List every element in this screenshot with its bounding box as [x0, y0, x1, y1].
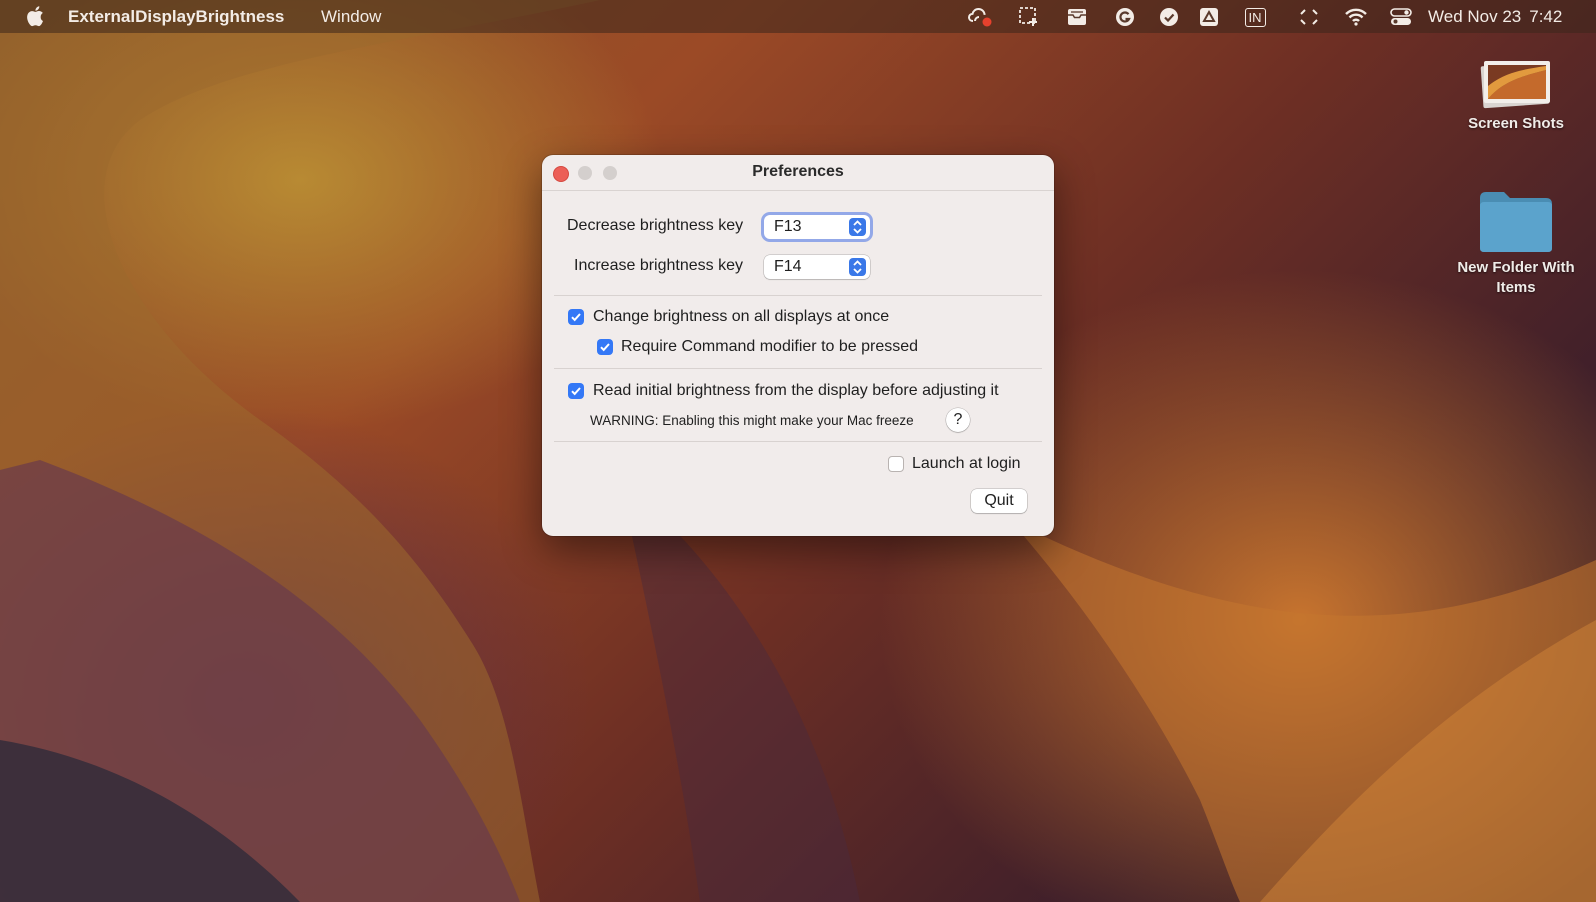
help-button[interactable]: ? — [946, 408, 970, 432]
checkmark-icon — [571, 387, 581, 396]
wifi-icon[interactable] — [1342, 5, 1370, 29]
increase-key-label: Increase brightness key — [574, 257, 743, 274]
section-divider — [554, 295, 1042, 296]
screenshot-tool-icon[interactable] — [1016, 5, 1042, 29]
quit-button[interactable]: Quit — [971, 489, 1027, 513]
screen-shots-label: Screen Shots — [1468, 115, 1564, 132]
launch-at-login-label[interactable]: Launch at login — [912, 455, 1021, 473]
all-displays-checkbox[interactable] — [568, 309, 584, 325]
app-name-menu[interactable]: ExternalDisplayBrightness — [68, 7, 284, 27]
section-divider — [554, 368, 1042, 369]
preferences-window: Preferences Decrease brightness key F13 … — [542, 155, 1054, 536]
menu-bar: ExternalDisplayBrightness Window IN Wed … — [0, 0, 1596, 33]
desktop-item-new-folder[interactable]: New Folder With Items — [1446, 190, 1586, 298]
menu-bar-clock[interactable]: Wed Nov 23 7:42 — [1428, 7, 1570, 27]
increase-key-value: F14 — [774, 258, 802, 275]
window-title: Preferences — [752, 163, 844, 180]
desktop-item-screen-shots[interactable]: Screen Shots — [1456, 56, 1576, 134]
folder-label-line2: Items — [1496, 279, 1536, 296]
apple-menu-icon[interactable] — [26, 5, 44, 27]
folder-label-line1: New Folder With — [1457, 259, 1575, 276]
command-modifier-checkbox[interactable] — [597, 339, 613, 355]
creative-cloud-icon[interactable] — [966, 5, 994, 29]
input-source-indicator[interactable]: IN — [1240, 5, 1270, 29]
grammarly-icon[interactable] — [1112, 5, 1138, 29]
select-stepper-icon — [849, 258, 866, 276]
launch-at-login-checkbox[interactable] — [888, 456, 904, 472]
checkmark-icon — [600, 343, 610, 352]
freeze-warning-text: WARNING: Enabling this might make your M… — [590, 413, 914, 428]
fullscreen-icon[interactable] — [1296, 5, 1322, 29]
checkmark-icon — [571, 313, 581, 322]
read-initial-brightness-label[interactable]: Read initial brightness from the display… — [593, 382, 999, 400]
tasks-check-icon[interactable] — [1156, 5, 1182, 29]
drive-icon[interactable] — [1196, 5, 1222, 29]
input-source-label: IN — [1244, 7, 1266, 27]
command-modifier-label[interactable]: Require Command modifier to be pressed — [621, 338, 918, 356]
inbox-icon[interactable] — [1064, 5, 1090, 29]
folder-icon — [1480, 192, 1552, 252]
select-stepper-icon — [849, 218, 866, 236]
decrease-key-select[interactable]: F13 — [764, 215, 870, 239]
increase-key-select[interactable]: F14 — [764, 255, 870, 279]
window-menu[interactable]: Window — [321, 7, 381, 27]
decrease-key-value: F13 — [774, 218, 802, 235]
decrease-key-label: Decrease brightness key — [567, 217, 744, 234]
read-initial-brightness-checkbox[interactable] — [568, 383, 584, 399]
window-titlebar[interactable]: Preferences — [542, 155, 1054, 191]
control-center-icon[interactable] — [1388, 5, 1414, 29]
photo-stack-icon — [1480, 61, 1550, 109]
clock-time: 7:42 — [1529, 7, 1563, 26]
all-displays-label[interactable]: Change brightness on all displays at onc… — [593, 308, 889, 326]
clock-date: Wed Nov 23 — [1428, 7, 1522, 26]
section-divider — [554, 441, 1042, 442]
